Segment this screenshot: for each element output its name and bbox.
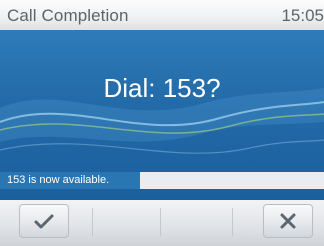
cancel-button[interactable] — [263, 204, 313, 238]
clock: 15:05 — [281, 6, 324, 25]
softkey-bar — [0, 200, 324, 246]
softkey-separator — [92, 208, 93, 236]
checkmark-icon — [34, 214, 54, 229]
screen-title: Call Completion — [7, 6, 129, 25]
close-icon — [280, 213, 296, 229]
dial-prompt: Dial: 153? — [103, 73, 221, 103]
title-bar: Call Completion 15:05 — [0, 0, 324, 30]
confirm-button[interactable] — [19, 204, 69, 238]
status-bar-rest — [140, 172, 324, 189]
status-message: 153 is now available. — [0, 172, 140, 189]
softkey-separator — [232, 208, 233, 236]
softkey-separator — [160, 208, 161, 236]
phone-screen: Call Completion 15:05 Dial: 153? 153 is … — [0, 0, 324, 246]
